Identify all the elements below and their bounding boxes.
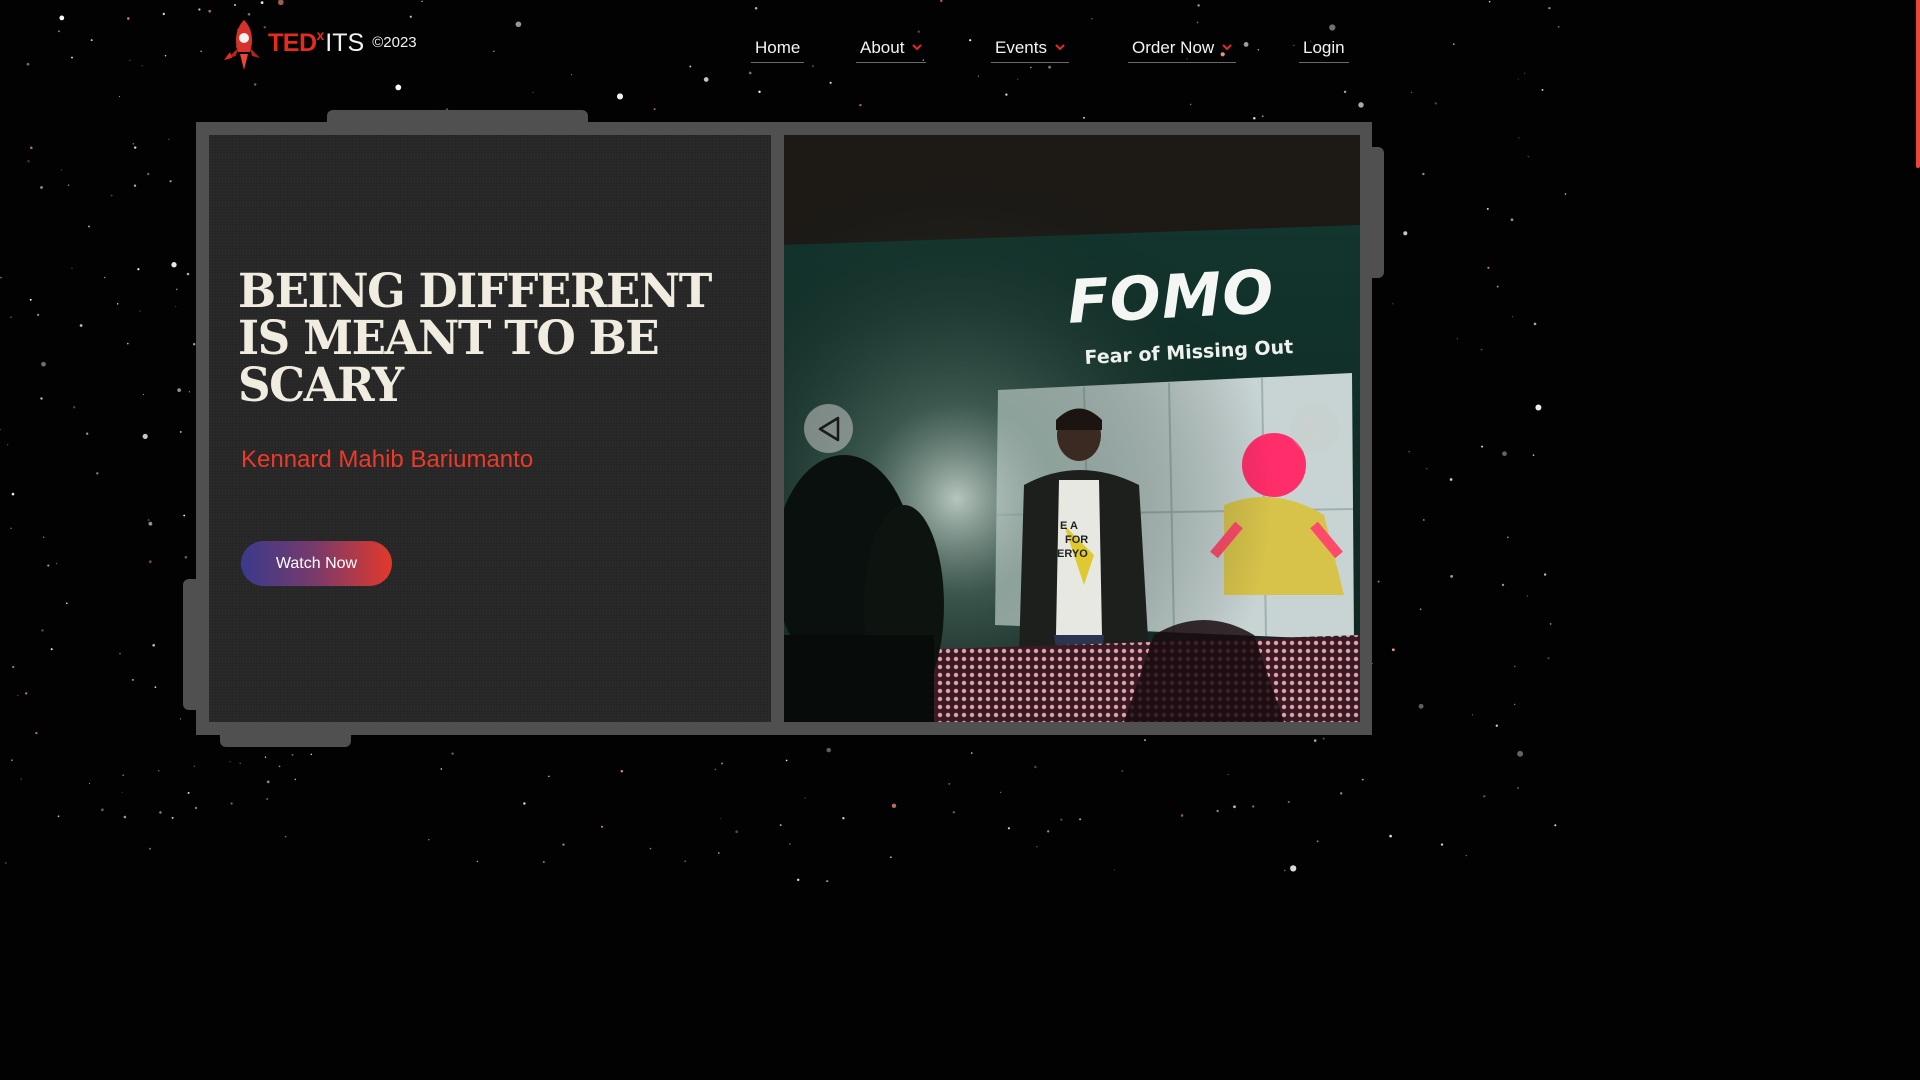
- navigation-bar: TED x ITS ©2023 Home About Events Order …: [0, 0, 1568, 96]
- nav-order-now-label: Order Now: [1132, 38, 1215, 57]
- headline-line: BEING DIFFERENT: [238, 264, 712, 319]
- nav-links: Home About Events Order Now Login: [0, 38, 1568, 68]
- nav-home-label: Home: [755, 38, 801, 57]
- triangle-left-icon: [818, 416, 839, 441]
- stage-photo: E A FOR ERYO: [784, 135, 1360, 722]
- nav-login-label: Login: [1303, 38, 1345, 57]
- screen-title: FOMO: [1066, 257, 1277, 338]
- prev-slide-button[interactable]: [804, 404, 853, 453]
- frame-tab-bottom: [220, 733, 351, 747]
- nav-about[interactable]: About: [856, 38, 927, 63]
- headline-line: SCARY: [238, 358, 404, 413]
- slide-image: E A FOR ERYO FOMO Fear of Missing Out: [784, 135, 1360, 722]
- hero-headline: BEING DIFFERENT IS MEANT TO BE SCARY: [238, 268, 718, 409]
- nav-home[interactable]: Home: [751, 38, 805, 63]
- watch-now-button[interactable]: Watch Now: [241, 541, 392, 586]
- shirt-text: FOR: [1065, 534, 1088, 546]
- nav-login[interactable]: Login: [1299, 38, 1349, 63]
- triangle-right-icon: [1304, 416, 1325, 441]
- chevron-down-icon: [1055, 44, 1065, 51]
- speaker-name: Kennard Mahib Bariumanto: [241, 446, 534, 473]
- chevron-down-icon: [912, 44, 923, 51]
- nav-order-now[interactable]: Order Now: [1128, 38, 1237, 63]
- nav-events-label: Events: [995, 38, 1047, 57]
- next-slide-button[interactable]: [1290, 404, 1339, 453]
- frame-tab-right: [1370, 147, 1384, 278]
- nav-events[interactable]: Events: [991, 38, 1069, 63]
- nav-about-label: About: [860, 38, 905, 57]
- shirt-text: ERYO: [1057, 548, 1088, 560]
- shirt-text: E A: [1060, 520, 1078, 532]
- chevron-down-icon: [1222, 44, 1232, 51]
- hero-text-panel: [209, 135, 771, 722]
- headline-line: IS MEANT TO BE: [238, 311, 660, 366]
- scrollbar-thumb[interactable]: [1916, 0, 1920, 168]
